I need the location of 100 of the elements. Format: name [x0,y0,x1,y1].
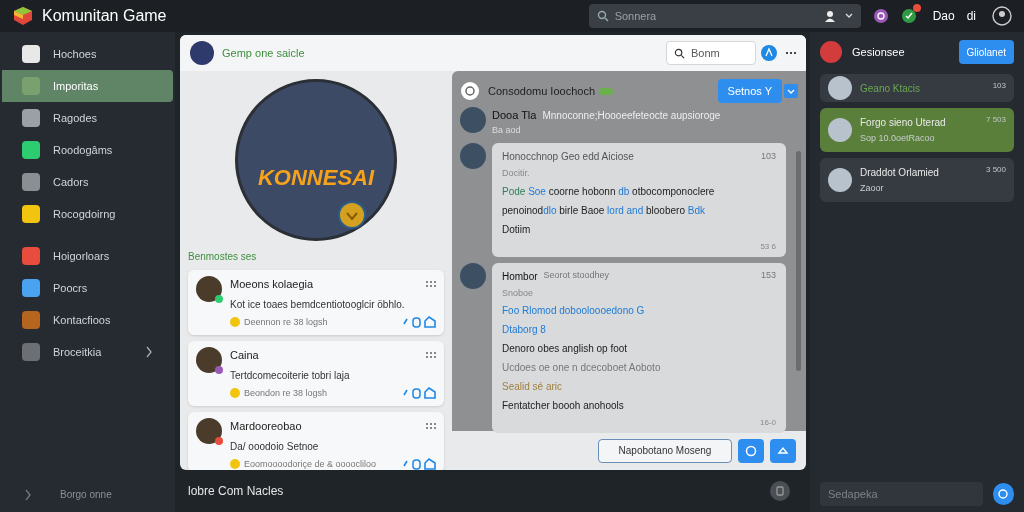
menu-icon [22,173,40,191]
reaction-icons[interactable] [402,387,436,400]
sidebar-item[interactable]: Hochoes [0,38,175,70]
user-short-label[interactable]: di [966,7,976,25]
avatar [196,276,222,302]
menu-icon [22,247,40,265]
sidebar-item[interactable]: Broceitkia [0,336,175,368]
menu-icon [22,343,40,361]
message-footer: 53 6 [760,240,776,253]
message-subtext: Ba aod [492,123,522,137]
user-icon[interactable] [822,9,837,23]
conversation-count: 3 500 [985,164,1006,176]
circle-icon [745,444,757,457]
message-line: Pode Soe coorne hobonn db otbocomponoclere [502,184,716,199]
search-field[interactable]: Bonm [666,41,756,65]
avatar [828,76,852,100]
profile-avatar-icon[interactable] [992,6,1012,26]
chevron-right-icon[interactable] [24,488,32,501]
avatar [190,41,214,65]
conversation-item[interactable]: Geano Ktacis 103 [820,74,1014,102]
reaction-icons[interactable] [402,316,436,329]
search-field[interactable]: Sedapeka [820,482,983,506]
sidebar-item[interactable]: Imporitas [2,70,173,102]
avatar [828,118,852,142]
search-icon [674,48,685,59]
panel-title: Gesionsee [852,44,905,60]
badge-icon [230,459,240,470]
menu-icon [22,45,40,63]
message-time: 103 [760,149,776,163]
triangle-icon [777,444,789,457]
avatar [196,418,222,444]
avatar [460,143,486,169]
post-meta: Beondon re 38 logsh [244,386,328,400]
search-field[interactable]: Sonnera [588,4,861,28]
cube-logo-icon [12,5,34,27]
conversation-name: Draddot Orlamied [860,165,940,180]
message-note: Seorot stoodhey [543,269,610,283]
post-text: Tertdcomecoiterie tobri laja [230,368,350,383]
sidebar-item[interactable]: Rocogdoirng [0,198,175,230]
copy-icon[interactable] [770,481,790,501]
chat-title: Consodomu Ioochoch [488,83,595,99]
conversation-item[interactable]: Forgo sieno Uterad Sop 10.0oetRacoo 7 503 [820,108,1014,152]
reaction-icons[interactable] [402,458,436,470]
message-input[interactable]: Napobotano Moseng [598,438,732,463]
message-line: Ucdoes oe one n dcecoboet Aoboto [502,361,662,375]
message-line: Foo Rlomod dobooloooedono G [502,304,646,318]
circle-icon [997,488,1010,500]
sidebar-item[interactable]: Roodogâms [0,134,175,166]
chevron-down-icon[interactable] [844,13,853,19]
badge-icon [230,317,240,328]
chat-bubble-icon [460,81,480,101]
message-author: Honocchnop Geo edd Aiciose [502,150,634,164]
banner-text: KONNESAI [257,164,375,192]
circle-icon[interactable] [872,8,889,24]
menu-icon [22,77,40,95]
user-label[interactable]: Dao [932,7,955,25]
profile-title: Gemp one saicle [222,45,305,61]
add-button[interactable] [992,483,1014,505]
sidebar-item[interactable]: Poocrs [0,272,175,304]
message-author: Dooa Tla [492,108,537,123]
avatar [460,107,486,133]
message-footer: 16-0 [760,417,776,429]
message-author: Hombor [502,269,538,284]
message-line: penoinoddlo birle Baoe lord and bloobero Bdk [502,203,706,218]
sidebar-item[interactable]: Cadors [0,166,175,198]
scrollbar[interactable] [796,151,801,371]
message-time: 153 [760,269,776,283]
avatar [460,262,486,289]
conversation-name: Geano Ktacis [860,81,922,96]
check-icon[interactable] [900,8,917,24]
conversation-name: Forgo sieno Uterad [860,115,947,130]
chevron-right-icon[interactable] [145,346,153,358]
post-author: Mardooreobao [230,419,302,434]
conversation-item[interactable]: Draddot Orlamied Zaoor 3 500 [820,158,1014,202]
emoji-button[interactable] [738,438,764,463]
message-text: Mnnoconne;Hoooeefeteocte aupsioroge [542,108,721,123]
conversation-preview: Sop 10.0oetRacoo [860,131,936,145]
app-title: Komunitan Game [42,6,167,26]
avatar [196,347,222,373]
dropdown-icon[interactable] [784,84,798,98]
conversation-count: 7 503 [985,114,1006,126]
menu-icon [22,205,40,223]
sidebar-item[interactable]: Kontacfioos [0,304,175,336]
post-meta: Eoomoooodoriçe de & oooocliloo [244,457,377,470]
sidebar-item[interactable]: Hoigorloars [0,240,175,272]
message-line: Denoro obes anglish op foot [502,342,629,356]
send-button[interactable] [770,438,796,463]
avatar [828,168,852,192]
search-icon [596,10,609,22]
bottom-bar-label: lobre Com Nacles [188,483,284,500]
sidebar-item[interactable]: Ragodes [0,102,175,134]
menu-icon [22,109,40,127]
message-line: Dotiim [502,222,532,237]
message-subtext: Docitir. [502,167,531,180]
sidebar-footer-text: Borgo onne [60,488,112,502]
post-meta: Deennon re 38 logsh [244,315,328,329]
message-line: Fentatcher boooh anohools [502,399,625,413]
conversation-count: 103 [992,80,1006,92]
message-subtext: Snoboe [502,286,535,300]
message-line: Sealid sé aric [502,380,564,394]
